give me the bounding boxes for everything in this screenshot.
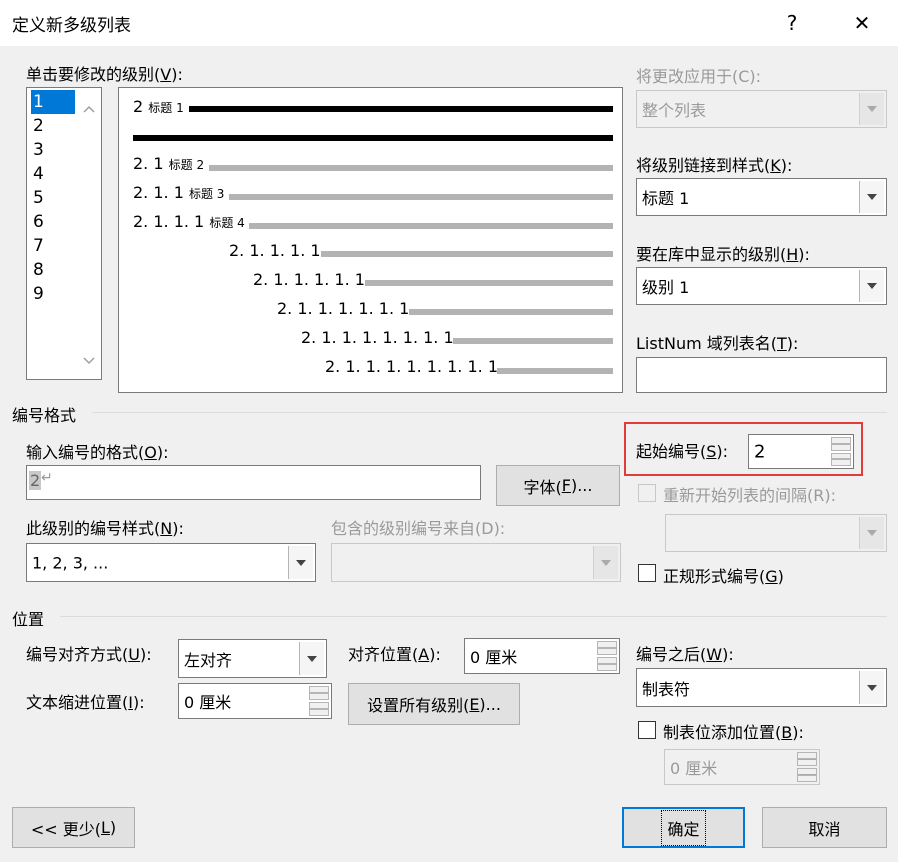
listnum-input[interactable] bbox=[636, 357, 887, 393]
chevron-down-icon[interactable] bbox=[859, 671, 884, 704]
level-listbox[interactable]: 123456789 bbox=[26, 87, 102, 380]
preview-row-10: 2. 1. 1. 1. 1. 1. 1. 1. 1 bbox=[325, 357, 498, 376]
levels-label: 单击要修改的级别(V): bbox=[26, 65, 183, 84]
position-group-label: 位置 bbox=[12, 610, 45, 629]
spin-down-icon[interactable] bbox=[597, 657, 617, 671]
close-button[interactable]: ✕ bbox=[840, 4, 884, 42]
preview-line bbox=[497, 368, 613, 374]
number-style-label: 此级别的编号样式(N): bbox=[26, 519, 184, 538]
chevron-down-icon bbox=[593, 546, 618, 579]
level-item[interactable]: 9 bbox=[31, 282, 75, 306]
chevron-down-icon[interactable] bbox=[299, 642, 324, 675]
level-item[interactable]: 3 bbox=[31, 138, 75, 162]
format-input[interactable]: 2 ↵ bbox=[26, 465, 481, 500]
indent-spinner[interactable]: 0 厘米 bbox=[178, 683, 332, 719]
group-divider bbox=[60, 616, 887, 617]
preview-row-1: 2 标题 1 bbox=[133, 97, 184, 116]
set-all-levels-button[interactable]: 设置所有级别(E)... bbox=[348, 683, 520, 725]
gallery-level-select[interactable]: 级别 1 bbox=[636, 267, 887, 305]
spin-up-icon[interactable] bbox=[309, 686, 329, 700]
number-format-group-label: 编号格式 bbox=[12, 406, 77, 425]
preview-pane: 2 标题 1 2. 1 标题 2 2. 1. 1 标题 3 2. 1. 1. 1… bbox=[118, 87, 623, 393]
tabstop-label: 制表位添加位置(B): bbox=[663, 723, 804, 742]
help-button[interactable]: ? bbox=[770, 4, 814, 42]
chevron-down-icon bbox=[859, 93, 884, 125]
preview-line bbox=[409, 309, 613, 315]
format-label: 输入编号的格式(O): bbox=[26, 443, 169, 462]
apply-to-label: 将更改应用于(C): bbox=[636, 67, 762, 86]
level-scrollbar[interactable] bbox=[77, 90, 99, 377]
include-level-select bbox=[331, 543, 621, 582]
legal-style-label: 正规形式编号(G) bbox=[663, 567, 784, 586]
preview-line bbox=[189, 106, 613, 112]
preview-line bbox=[321, 251, 613, 257]
group-divider bbox=[92, 412, 887, 413]
listnum-label: ListNum 域列表名(T): bbox=[636, 334, 799, 353]
less-button[interactable]: << 更少(L) bbox=[12, 807, 135, 848]
link-style-label: 将级别链接到样式(K): bbox=[636, 156, 793, 175]
scroll-down-icon[interactable] bbox=[83, 350, 95, 369]
preview-line bbox=[365, 280, 613, 286]
level-item[interactable]: 6 bbox=[31, 210, 75, 234]
apply-to-select: 整个列表 bbox=[636, 90, 887, 128]
title-bar bbox=[0, 0, 898, 46]
chevron-down-icon[interactable] bbox=[859, 181, 884, 213]
preview-row-3: 2. 1 标题 2 bbox=[133, 154, 205, 173]
spin-up-icon[interactable] bbox=[597, 641, 617, 655]
aligned-at-label: 对齐位置(A): bbox=[348, 645, 441, 664]
dialog-title: 定义新多级列表 bbox=[12, 16, 131, 36]
tabstop-checkbox[interactable] bbox=[638, 721, 656, 739]
preview-row-7: 2. 1. 1. 1. 1. 1 bbox=[253, 270, 365, 289]
aligned-at-spinner[interactable]: 0 厘米 bbox=[464, 638, 620, 674]
spin-down-icon[interactable] bbox=[309, 702, 329, 716]
link-style-select[interactable]: 标题 1 bbox=[636, 178, 887, 216]
chevron-down-icon[interactable] bbox=[859, 270, 884, 302]
restart-checkbox bbox=[638, 484, 656, 502]
spin-up-icon bbox=[797, 752, 817, 766]
gallery-level-label: 要在库中显示的级别(H): bbox=[636, 245, 810, 264]
level-item[interactable]: 4 bbox=[31, 162, 75, 186]
format-field-token[interactable]: 2 bbox=[29, 471, 42, 490]
spin-down-icon[interactable] bbox=[831, 452, 851, 466]
align-label: 编号对齐方式(U): bbox=[26, 645, 152, 664]
preview-line bbox=[249, 223, 613, 229]
legal-style-checkbox[interactable] bbox=[638, 564, 656, 582]
spin-down-icon bbox=[797, 768, 817, 782]
start-at-label: 起始编号(S): bbox=[636, 442, 729, 461]
level-item[interactable]: 8 bbox=[31, 258, 75, 282]
level-item[interactable]: 1 bbox=[31, 90, 75, 114]
align-select[interactable]: 左对齐 bbox=[178, 639, 327, 678]
close-icon: ✕ bbox=[853, 11, 871, 35]
ok-button[interactable]: 确定 bbox=[622, 807, 745, 848]
paragraph-mark-icon: ↵ bbox=[41, 470, 53, 486]
follow-number-select[interactable]: 制表符 bbox=[636, 668, 887, 707]
chevron-down-icon bbox=[859, 517, 884, 549]
cancel-button[interactable]: 取消 bbox=[762, 807, 887, 848]
preview-line bbox=[229, 194, 613, 200]
preview-row-5: 2. 1. 1. 1 标题 4 bbox=[133, 212, 245, 231]
scroll-up-icon[interactable] bbox=[83, 98, 95, 117]
preview-row-4: 2. 1. 1 标题 3 bbox=[133, 183, 225, 202]
help-icon: ? bbox=[786, 11, 798, 35]
indent-label: 文本缩进位置(I): bbox=[26, 693, 145, 712]
preview-line bbox=[133, 135, 613, 141]
start-at-spinner[interactable]: 2 bbox=[748, 434, 854, 469]
number-style-select[interactable]: 1, 2, 3, ... bbox=[26, 543, 316, 582]
preview-line bbox=[209, 165, 613, 171]
restart-select bbox=[665, 514, 887, 552]
preview-line bbox=[453, 338, 613, 344]
preview-row-6: 2. 1. 1. 1. 1 bbox=[229, 241, 321, 260]
level-item[interactable]: 2 bbox=[31, 114, 75, 138]
preview-row-9: 2. 1. 1. 1. 1. 1. 1. 1 bbox=[301, 328, 454, 347]
restart-label: 重新开始列表的间隔(R): bbox=[663, 486, 836, 505]
chevron-down-icon[interactable] bbox=[288, 546, 313, 579]
level-item[interactable]: 7 bbox=[31, 234, 75, 258]
preview-row-8: 2. 1. 1. 1. 1. 1. 1 bbox=[277, 299, 410, 318]
font-button[interactable]: 字体(F)... bbox=[496, 465, 620, 506]
level-item[interactable]: 5 bbox=[31, 186, 75, 210]
spin-up-icon[interactable] bbox=[831, 437, 851, 451]
include-level-label: 包含的级别编号来自(D): bbox=[331, 519, 506, 538]
tabstop-spinner: 0 厘米 bbox=[664, 749, 820, 785]
follow-number-label: 编号之后(W): bbox=[636, 645, 734, 664]
